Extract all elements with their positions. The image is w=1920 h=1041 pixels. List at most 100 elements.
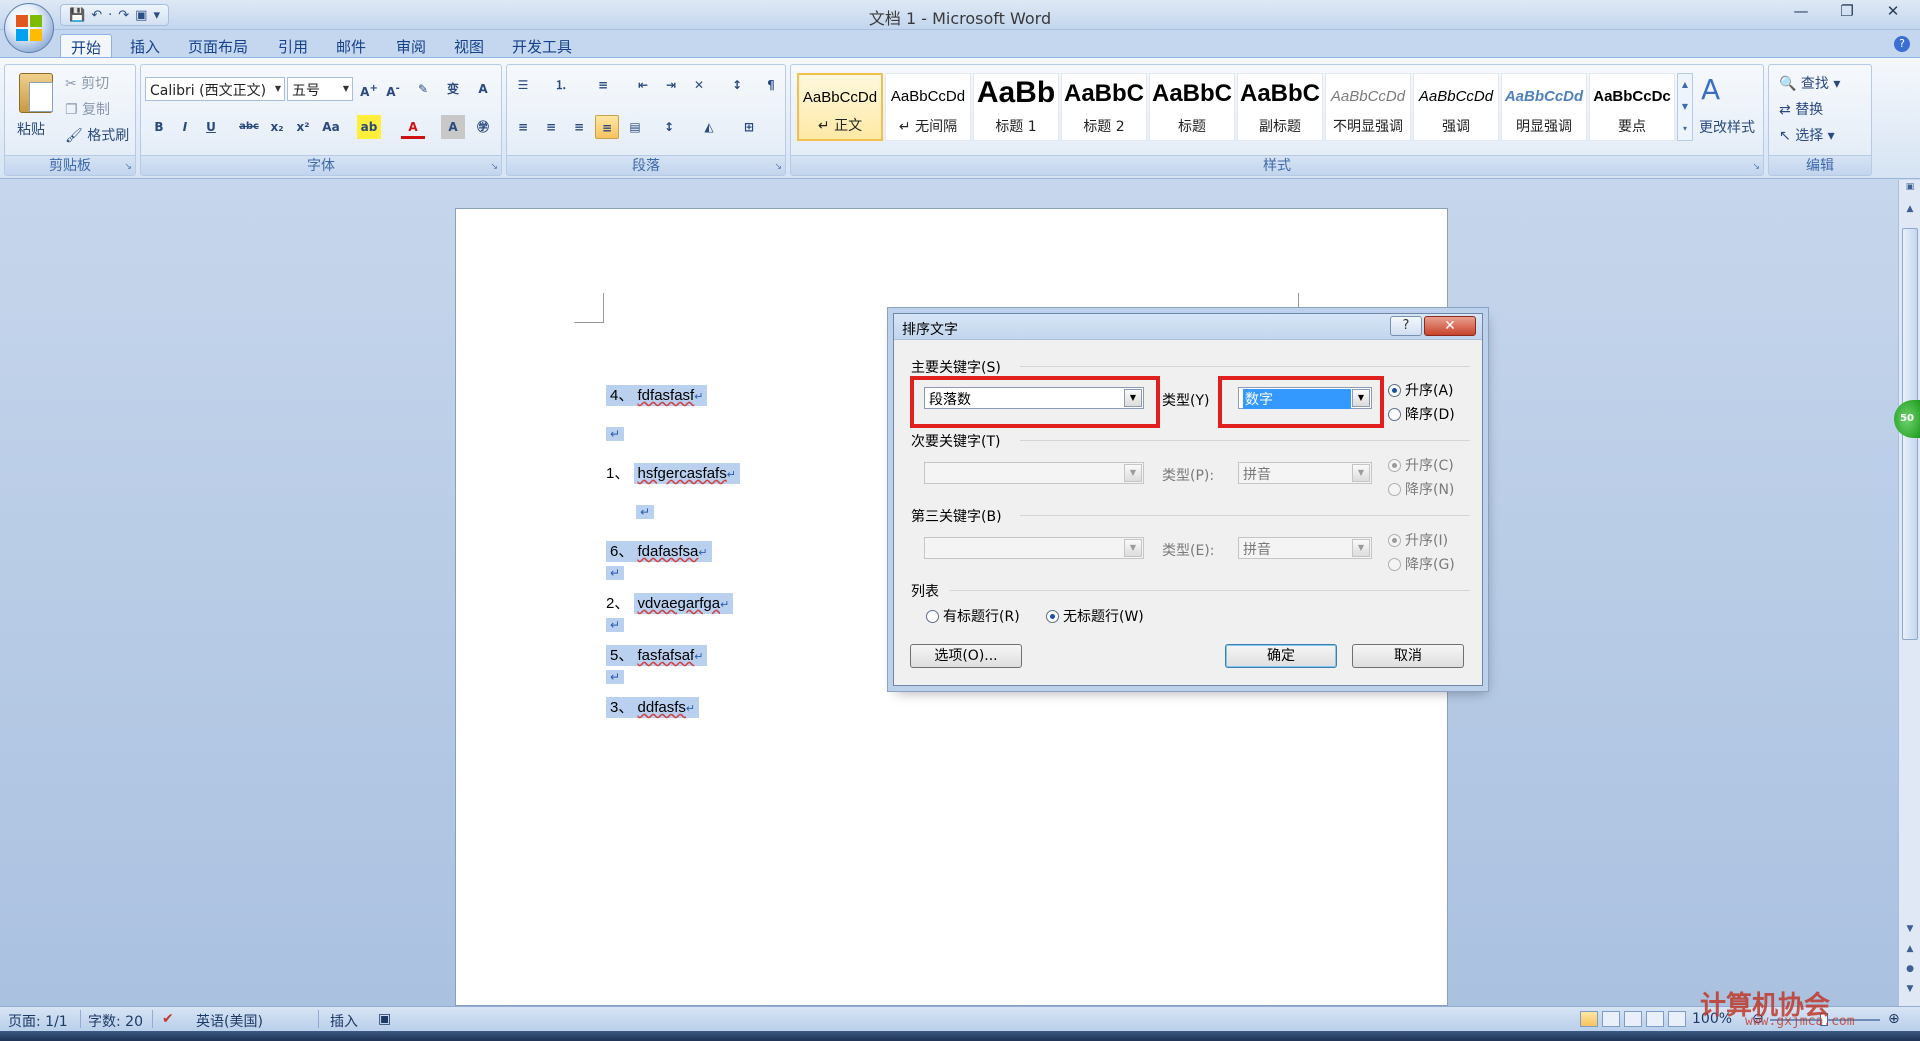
change-styles-button[interactable]: 更改样式	[1699, 117, 1755, 137]
sort-icon[interactable]: ↕	[725, 73, 749, 97]
secondary-ascending-radio[interactable]: 升序(C)	[1388, 455, 1454, 475]
secondary-key-select[interactable]: ▼	[924, 462, 1144, 484]
no-header-radio[interactable]: 无标题行(W)	[1046, 606, 1144, 626]
tab-home[interactable]: 开始	[60, 34, 113, 58]
third-ascending-radio[interactable]: 升序(I)	[1388, 530, 1448, 550]
subscript-button[interactable]: x₂	[265, 115, 289, 139]
highlight-color-icon[interactable]: ab	[357, 115, 381, 139]
shading-icon[interactable]: ◭	[697, 115, 721, 139]
style-title[interactable]: AaBbC 标题	[1149, 73, 1235, 141]
show-marks-icon[interactable]: ¶	[759, 73, 783, 97]
dialog-close-button[interactable]: ✕	[1424, 316, 1476, 336]
style-normal[interactable]: AaBbCcDd ↵ 正文	[797, 73, 883, 141]
browse-object-icon[interactable]: ●	[1899, 964, 1920, 974]
proofing-icon[interactable]: ✔	[162, 1011, 174, 1027]
style-subtitle[interactable]: AaBbC 副标题	[1237, 73, 1323, 141]
align-right-icon[interactable]: ≡	[567, 115, 591, 139]
italic-button[interactable]: I	[173, 115, 197, 139]
cancel-button[interactable]: 取消	[1352, 644, 1464, 668]
align-left-icon[interactable]: ≡	[511, 115, 535, 139]
font-color-icon[interactable]: A	[401, 115, 425, 139]
underline-button[interactable]: U	[199, 115, 223, 139]
tab-insert[interactable]: 插入	[120, 34, 170, 58]
multilevel-list-icon[interactable]: ≡	[591, 73, 615, 97]
ok-button[interactable]: 确定	[1225, 644, 1337, 668]
minimize-button[interactable]: —	[1778, 0, 1824, 22]
styles-gallery-scroll[interactable]: ▲ ▼ ▾	[1677, 73, 1693, 141]
next-page-icon[interactable]: ▼	[1899, 984, 1920, 994]
decrease-indent-icon[interactable]: ⇤	[631, 73, 655, 97]
third-type-select[interactable]: 拼音 ▼	[1238, 537, 1372, 559]
tab-review[interactable]: 审阅	[386, 34, 436, 58]
list-item[interactable]: 4、 fdfasfasf↵	[606, 384, 708, 406]
tab-developer[interactable]: 开发工具	[502, 34, 582, 58]
tab-references[interactable]: 引用	[268, 34, 318, 58]
strikethrough-button[interactable]: abc	[237, 115, 261, 139]
align-center-icon[interactable]: ≡	[539, 115, 563, 139]
zoom-in-icon[interactable]: ⊕	[1888, 1011, 1900, 1027]
tab-view[interactable]: 视图	[444, 34, 494, 58]
numbering-icon[interactable]: ⒈	[549, 73, 573, 97]
replace-button[interactable]: ⇄ 替换	[1779, 99, 1823, 119]
list-item[interactable]: 1、 hsfgercasfafs↵	[606, 462, 740, 484]
primary-ascending-radio[interactable]: 升序(A)	[1388, 380, 1454, 400]
list-item[interactable]: 6、 fdafasfsa↵	[606, 540, 712, 562]
enclose-char-icon[interactable]: ㊫	[471, 115, 495, 139]
secondary-type-select[interactable]: 拼音 ▼	[1238, 462, 1372, 484]
justify-icon[interactable]: ≡	[595, 115, 619, 139]
insert-mode[interactable]: 插入	[330, 1011, 358, 1031]
asian-layout-icon[interactable]: ✕	[687, 73, 711, 97]
font-name-combo[interactable]: Calibri (西文正文) ▼	[145, 77, 285, 101]
distributed-icon[interactable]: ▤	[623, 115, 647, 139]
has-header-radio[interactable]: 有标题行(R)	[926, 606, 1020, 626]
language-indicator[interactable]: 英语(美国)	[196, 1011, 263, 1031]
clear-format-icon[interactable]: ✎	[411, 77, 435, 101]
superscript-button[interactable]: x²	[291, 115, 315, 139]
style-no-spacing[interactable]: AaBbCcDd ↵ 无间隔	[885, 73, 971, 141]
close-window-button[interactable]: ✕	[1870, 0, 1916, 22]
outline-view-icon[interactable]	[1646, 1011, 1664, 1027]
borders-icon[interactable]: ⊞	[737, 115, 761, 139]
styles-launcher-icon[interactable]: ↘	[1752, 162, 1760, 172]
find-button[interactable]: 🔍 查找 ▾	[1779, 73, 1840, 93]
cut-button[interactable]: ✂ 剪切	[65, 73, 109, 93]
font-launcher-icon[interactable]: ↘	[490, 162, 498, 172]
shrink-font-icon[interactable]: A-	[381, 77, 405, 101]
secondary-descending-radio[interactable]: 降序(N)	[1388, 479, 1454, 499]
word-count[interactable]: 字数: 20	[88, 1011, 143, 1031]
print-layout-view-icon[interactable]	[1580, 1011, 1598, 1027]
phonetic-guide-icon[interactable]: 变	[441, 77, 465, 101]
style-heading-1[interactable]: AaBb 标题 1	[973, 73, 1059, 141]
style-strong[interactable]: AaBbCcDc 要点	[1589, 73, 1675, 141]
page-count[interactable]: 页面: 1/1	[8, 1011, 68, 1031]
third-descending-radio[interactable]: 降序(G)	[1388, 554, 1455, 574]
scroll-down-icon[interactable]: ▼	[1899, 924, 1920, 934]
list-item[interactable]: 2、 vdvaegarfga↵	[606, 592, 734, 614]
char-border-icon[interactable]: A	[471, 77, 495, 101]
bullets-icon[interactable]: ☰	[511, 73, 535, 97]
dialog-help-button[interactable]: ?	[1390, 316, 1422, 336]
style-intense-emphasis[interactable]: AaBbCcDd 明显强调	[1501, 73, 1587, 141]
bold-button[interactable]: B	[147, 115, 171, 139]
clipboard-launcher-icon[interactable]: ↘	[124, 162, 132, 172]
style-subtle-emphasis[interactable]: AaBbCcDd 不明显强调	[1325, 73, 1411, 141]
third-key-select[interactable]: ▼	[924, 537, 1144, 559]
full-screen-view-icon[interactable]	[1602, 1011, 1620, 1027]
paste-icon[interactable]	[19, 73, 53, 113]
dialog-title-bar[interactable]: 排序文字 ? ✕	[894, 314, 1482, 340]
help-icon[interactable]: ?	[1894, 36, 1910, 52]
tab-page-layout[interactable]: 页面布局	[178, 34, 258, 58]
list-item[interactable]: 3、 ddfasfs↵	[606, 696, 700, 718]
style-emphasis[interactable]: AaBbCcDd 强调	[1413, 73, 1499, 141]
style-heading-2[interactable]: AaBbC 标题 2	[1061, 73, 1147, 141]
primary-descending-radio[interactable]: 降序(D)	[1388, 404, 1455, 424]
grow-font-icon[interactable]: A+	[357, 77, 381, 101]
paste-button[interactable]: 粘贴	[17, 119, 45, 139]
char-shading-icon[interactable]: A	[441, 115, 465, 139]
tab-mailings[interactable]: 邮件	[326, 34, 376, 58]
macro-record-icon[interactable]: ▣	[378, 1011, 391, 1027]
web-layout-view-icon[interactable]	[1624, 1011, 1642, 1027]
list-item[interactable]: 5、 fasfafsaf↵	[606, 644, 708, 666]
change-case-button[interactable]: Aa	[319, 115, 343, 139]
ruler-toggle-icon[interactable]: ▣	[1899, 182, 1920, 192]
